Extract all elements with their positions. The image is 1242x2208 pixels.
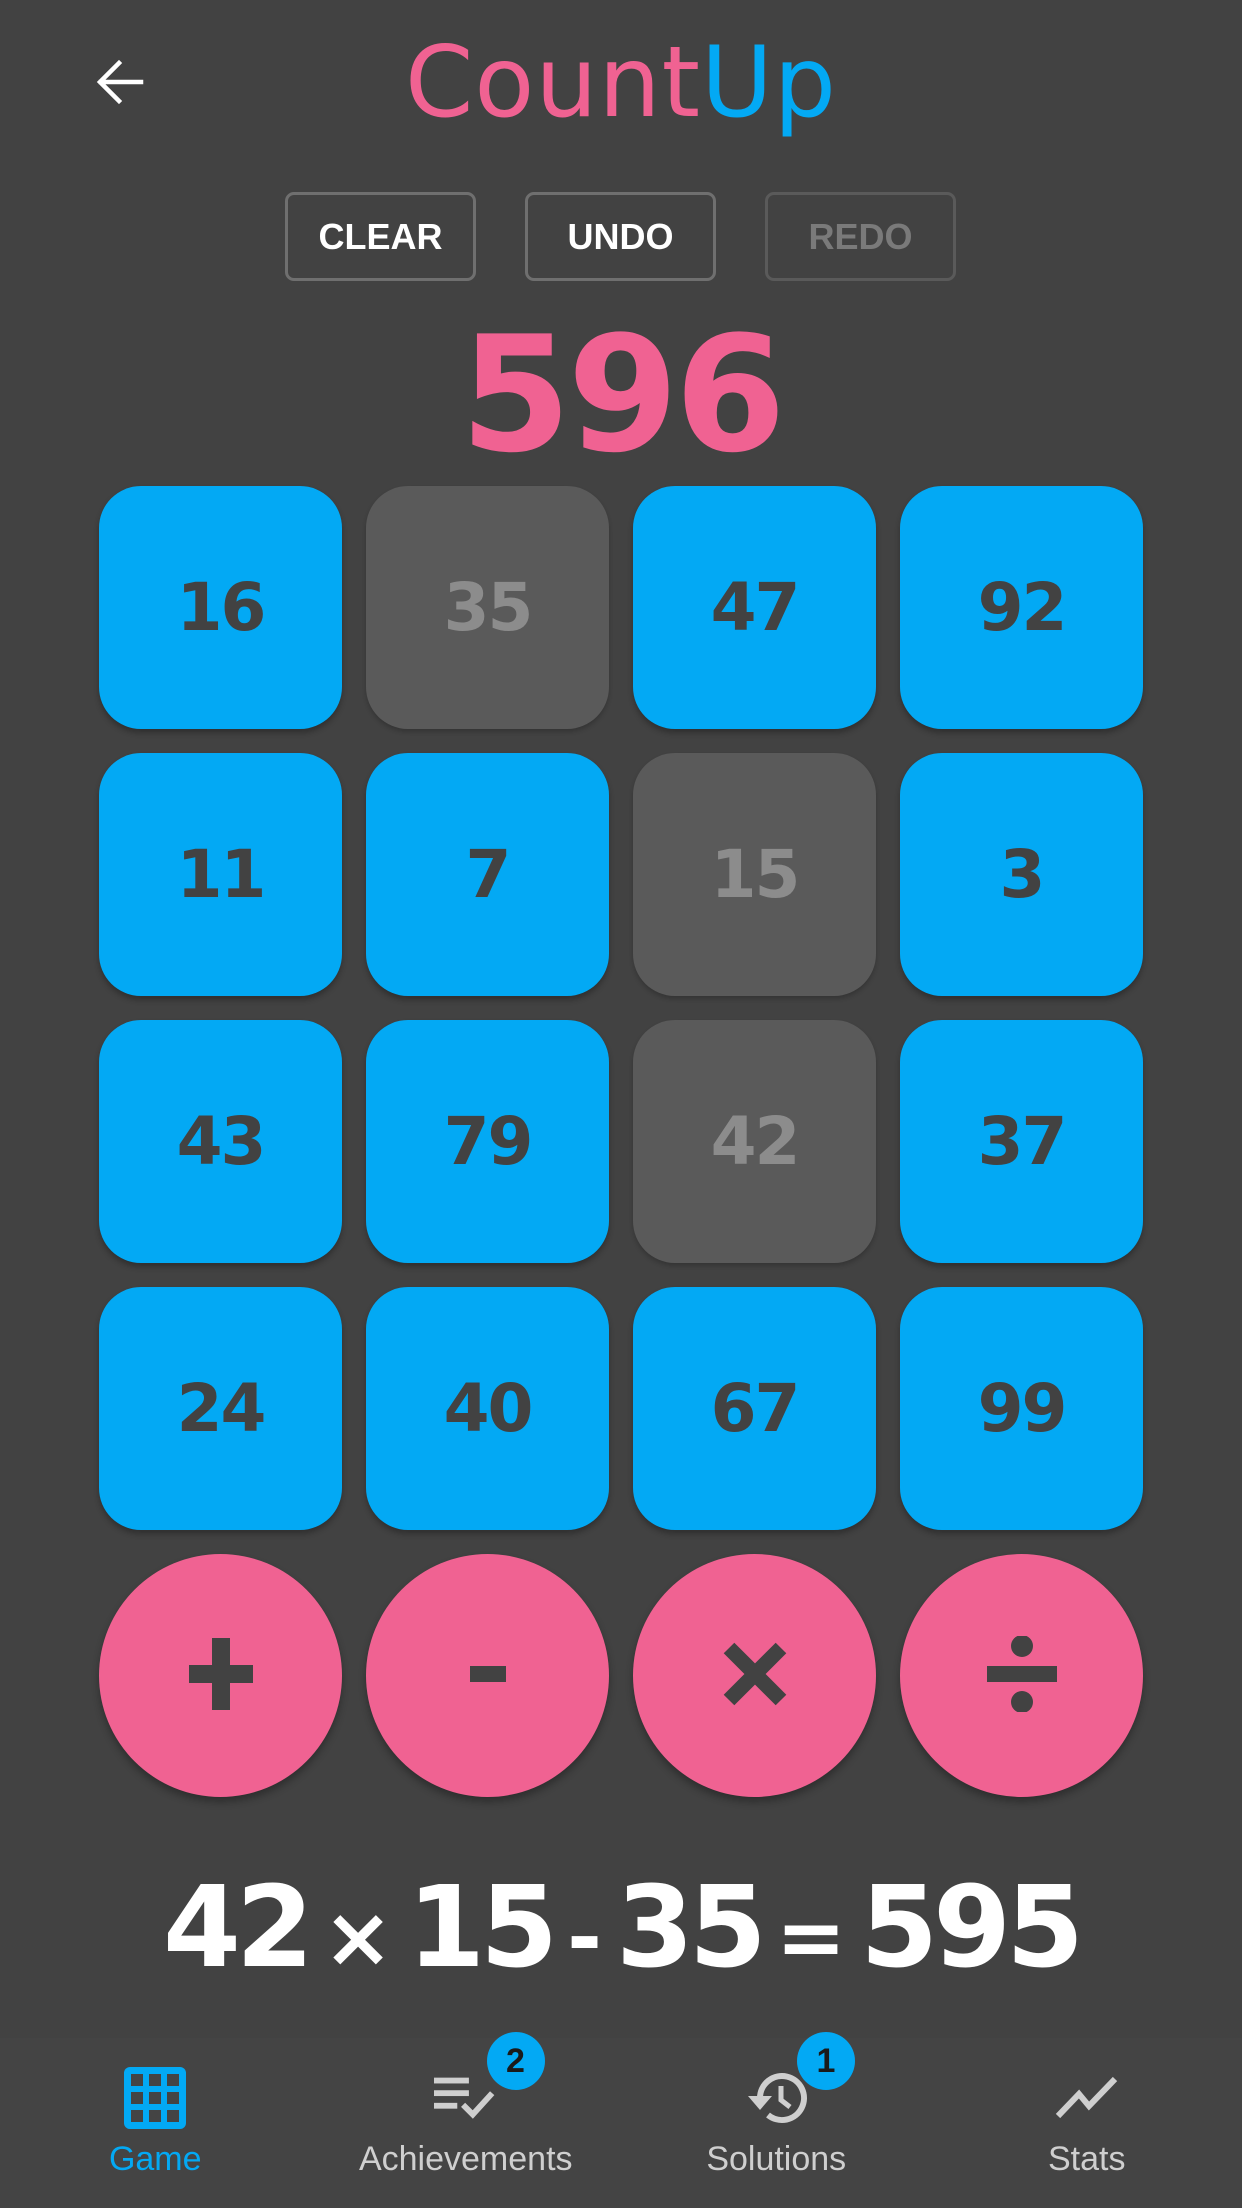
number-tile[interactable]: 15 xyxy=(633,753,876,996)
equation-operator: - xyxy=(567,1888,602,1986)
equation-operator: × xyxy=(322,1888,394,1986)
redo-button[interactable]: REDO xyxy=(765,192,956,281)
number-tile[interactable]: 11 xyxy=(99,753,342,996)
number-grid: 16 35 47 92 11 7 15 3 43 79 42 37 24 40 … xyxy=(99,486,1143,1530)
nav-item-solutions[interactable]: Solutions 1 xyxy=(621,2032,932,2208)
equation-result: 595 xyxy=(860,1863,1084,1993)
number-tile[interactable]: 92 xyxy=(900,486,1143,729)
nav-item-stats[interactable]: Stats xyxy=(932,2038,1242,2208)
operator-row xyxy=(99,1554,1143,1797)
history-icon xyxy=(744,2066,808,2130)
divide-button[interactable] xyxy=(900,1554,1143,1797)
nav-label: Stats xyxy=(1048,2140,1126,2178)
number-tile[interactable]: 7 xyxy=(366,753,609,996)
equation-operand: 15 xyxy=(407,1863,558,1993)
number-tile[interactable]: 24 xyxy=(99,1287,342,1530)
divide-icon xyxy=(986,1634,1057,1716)
trending-icon xyxy=(1055,2066,1119,2130)
equation-equals: = xyxy=(775,1888,847,1986)
control-bar: CLEAR UNDO REDO xyxy=(285,192,956,281)
clear-button[interactable]: CLEAR xyxy=(285,192,476,281)
nav-label: Game xyxy=(108,2140,202,2178)
number-tile[interactable]: 99 xyxy=(900,1287,1143,1530)
nav-item-achievements[interactable]: Achievements 2 xyxy=(311,2032,622,2208)
add-button[interactable] xyxy=(99,1554,342,1797)
minus-icon xyxy=(469,1665,506,1686)
nav-label: Achievements xyxy=(358,2140,573,2178)
bottom-navigation: Game Achievements 2 Solutions 1 Stats xyxy=(0,2032,1242,2208)
equation-operand: 35 xyxy=(615,1863,767,1993)
number-tile[interactable]: 79 xyxy=(366,1020,609,1263)
nav-label: Solutions xyxy=(706,2140,847,2178)
checklist-icon xyxy=(433,2066,498,2130)
number-tile[interactable]: 40 xyxy=(366,1287,609,1530)
notification-badge: 2 xyxy=(486,2032,545,2090)
app-logo: CountUp xyxy=(0,29,1242,138)
multiply-icon xyxy=(723,1642,787,1710)
nav-item-game[interactable]: Game xyxy=(0,2038,311,2208)
equation-operand: 42 xyxy=(162,1863,314,1993)
number-tile[interactable]: 42 xyxy=(633,1020,876,1263)
subtract-button[interactable] xyxy=(366,1554,609,1797)
multiply-button[interactable] xyxy=(633,1554,876,1797)
number-tile[interactable]: 37 xyxy=(900,1020,1143,1263)
notification-badge: 1 xyxy=(797,2032,855,2090)
number-tile[interactable]: 3 xyxy=(900,753,1143,996)
equation-display: 42 × 15-35 = 595 xyxy=(0,1868,1242,1997)
target-number: 596 xyxy=(460,301,786,488)
plus-icon xyxy=(188,1637,253,1714)
number-tile[interactable]: 16 xyxy=(99,486,342,729)
undo-button[interactable]: UNDO xyxy=(525,192,716,281)
number-tile[interactable]: 35 xyxy=(366,486,609,729)
logo-count: Count xyxy=(405,26,702,140)
grid-icon xyxy=(123,2066,187,2130)
number-tile[interactable]: 43 xyxy=(99,1020,342,1263)
number-tile[interactable]: 67 xyxy=(633,1287,876,1530)
number-tile[interactable]: 47 xyxy=(633,486,876,729)
logo-up: Up xyxy=(701,26,837,140)
